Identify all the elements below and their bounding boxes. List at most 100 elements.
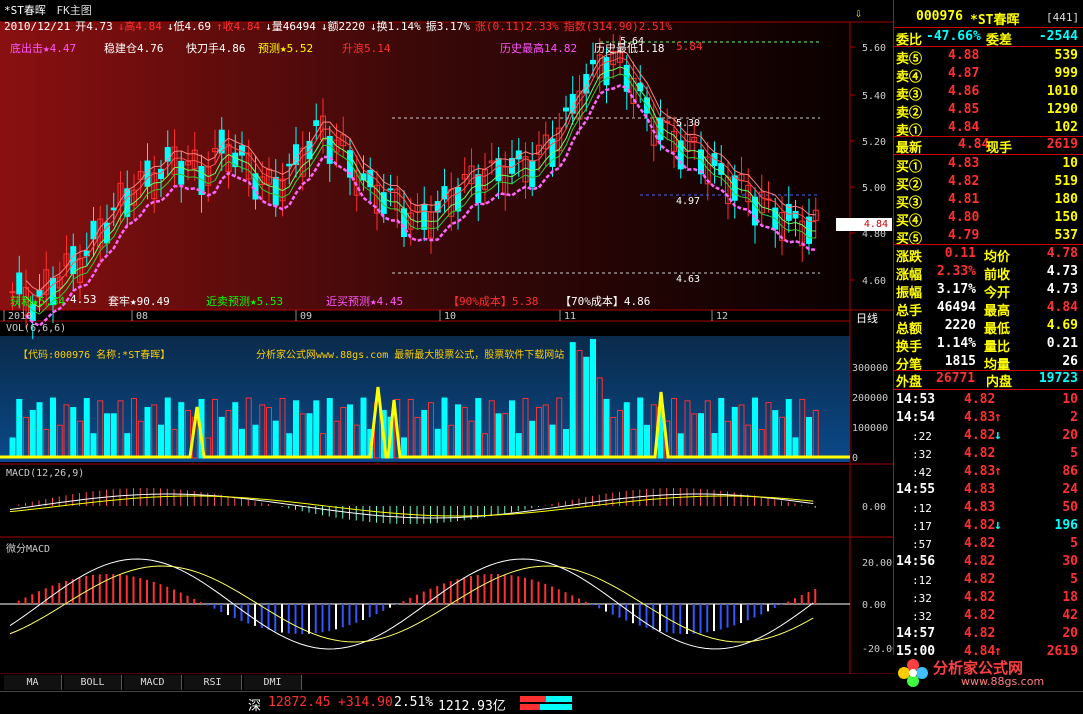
market-label: 深: [248, 699, 262, 714]
volume-bar: [164, 397, 171, 459]
index-value: 12872.45: [268, 695, 331, 710]
tick-row: :32 4.82 5: [894, 445, 1083, 463]
period-label[interactable]: 日线: [856, 310, 878, 326]
volume-bar: [218, 416, 225, 459]
sell-level-volume: 1010: [1046, 84, 1078, 99]
candle-body: [158, 168, 164, 180]
tab-boll[interactable]: BOLL: [64, 675, 122, 690]
reference-label: 4.97: [676, 196, 700, 207]
buy-level[interactable]: 买④ 4.80 150: [894, 209, 1083, 229]
candle-body: [401, 208, 407, 238]
stat-row: 分笔 1815 均量 26: [894, 353, 1083, 373]
buy-level[interactable]: 买② 4.82 519: [894, 173, 1083, 193]
date-axis-label: 10: [444, 311, 456, 322]
stat-row: 涨跌 0.11 均价 4.78: [894, 245, 1083, 265]
volume-bar: [347, 404, 353, 459]
sell-level-volume: 539: [1054, 48, 1078, 63]
tick-row: :32 4.82 42: [894, 607, 1083, 625]
indicator-value: 底出击★4.47: [10, 42, 77, 55]
buy-level[interactable]: 买① 4.83 10: [894, 155, 1083, 175]
up-arrow-icon: ↑: [994, 410, 1002, 425]
volume-bar: [623, 402, 630, 459]
latest-value: 4.84: [958, 137, 990, 152]
cost-value: 4.53: [70, 293, 97, 306]
candle-body: [475, 174, 482, 204]
ohlc-item: ↓量46494: [265, 20, 316, 33]
tick-row: :17 4.82 ↓ 196: [894, 517, 1083, 535]
buy-level-volume: 537: [1054, 228, 1078, 243]
tick-price: 4.82: [964, 536, 996, 551]
stock-name: *ST春晖: [4, 4, 46, 17]
reference-label: 5.30: [676, 118, 700, 129]
tick-volume: 50: [1062, 500, 1078, 515]
tick-volume: 196: [1054, 518, 1078, 533]
volume-bar: [144, 406, 151, 459]
cost-value: 获利★5.54: [10, 295, 66, 308]
buy-level[interactable]: 买③ 4.81 180: [894, 191, 1083, 211]
volume-bar: [239, 428, 245, 459]
volume-bar: [475, 398, 482, 459]
sell-level-volume: 1290: [1046, 102, 1078, 117]
tick-time: :12: [912, 502, 932, 515]
sell-level[interactable]: 卖⑤ 4.88 539: [894, 47, 1083, 67]
tick-row: :22 4.82 ↓ 20: [894, 427, 1083, 445]
weibi-row: 委比 -47.66% 委差 -2544: [896, 29, 1078, 48]
indicator-value: 稳建仓4.76: [104, 42, 164, 55]
sell-level[interactable]: 卖① 4.84 102: [894, 119, 1083, 139]
volume-bar: [563, 428, 569, 459]
chart-area[interactable]: 5.60 5.40 5.20 5.00 4.80 4.60 2010 08 09 10 11 12 5.…: [0, 0, 893, 713]
vol-title: VOL(6,6,6): [6, 323, 67, 334]
kline-chart[interactable]: 5.605.405.205.004.804.602010 08 09 10 11 125.…: [0, 0, 893, 674]
tick-volume: 5: [1070, 536, 1078, 551]
tick-volume: 20: [1062, 626, 1078, 641]
down-arrow-icon: ↓: [994, 428, 1002, 443]
buy-level-volume: 10: [1062, 156, 1078, 171]
ohlc-item: 2010/12/21: [4, 20, 71, 33]
down-arrow-icon: ↓: [994, 518, 1002, 533]
sell-level[interactable]: 卖③ 4.86 1010: [894, 83, 1083, 103]
stat-row: 换手 1.14% 量比 0.21: [894, 335, 1083, 355]
tab-dmi[interactable]: DMI: [244, 675, 302, 690]
candle-body: [286, 163, 293, 167]
volume-bar: [637, 397, 644, 459]
date-axis-label: 12: [716, 311, 728, 322]
volume-bar: [83, 398, 90, 459]
candle-body: [421, 204, 428, 230]
stat-value: 4.78: [1046, 246, 1078, 261]
tick-price: 4.82: [964, 518, 996, 533]
ohlc-item: ↓额2220: [320, 20, 365, 33]
cost-value: 【70%成本】4.86: [560, 295, 651, 308]
volume-bar: [434, 428, 441, 459]
ohlc-item: ↓低4.69: [166, 20, 211, 33]
price-axis-label: 5.60: [862, 43, 886, 54]
indicator-value: 历史最低1.18: [594, 42, 665, 55]
macd-dea-line: [9, 495, 814, 517]
indicator-value: 5.84: [676, 40, 703, 53]
volume-bar: [441, 397, 448, 459]
volume-bar: [313, 400, 320, 459]
volume-bar: [698, 413, 704, 459]
stat-row: 振幅 3.17% 今开 4.73: [894, 281, 1083, 301]
volume-bar: [718, 398, 725, 459]
volume-bar: [110, 413, 117, 459]
tick-time: :42: [912, 466, 932, 479]
tick-volume: 42: [1062, 608, 1078, 623]
volume-bar: [792, 437, 799, 459]
sell-level-volume: 102: [1054, 120, 1078, 135]
volume-bar: [90, 433, 97, 459]
tick-row: 14:53 4.82 10: [894, 391, 1083, 409]
buy-level-price: 4.83: [948, 156, 980, 171]
buy-level[interactable]: 买⑤ 4.79 537: [894, 227, 1083, 247]
tab-rsi[interactable]: RSI: [184, 675, 242, 690]
stat-value: 26: [1062, 354, 1078, 369]
tick-row: :42 4.83 ↑ 86: [894, 463, 1083, 481]
tick-row: :12 4.82 5: [894, 571, 1083, 589]
status-bar: 深 12872.45 +314.90 2.51% 1212.93亿: [0, 691, 1083, 714]
tab-ma[interactable]: MA: [4, 675, 62, 690]
neipan-value: 19723: [1038, 371, 1078, 386]
indicator-value: 快刀手4.86: [186, 42, 246, 55]
download-icon[interactable]: ⇩: [855, 6, 862, 20]
sell-level[interactable]: 卖④ 4.87 999: [894, 65, 1083, 85]
sell-level[interactable]: 卖② 4.85 1290: [894, 101, 1083, 121]
tab-macd[interactable]: MACD: [124, 675, 182, 690]
